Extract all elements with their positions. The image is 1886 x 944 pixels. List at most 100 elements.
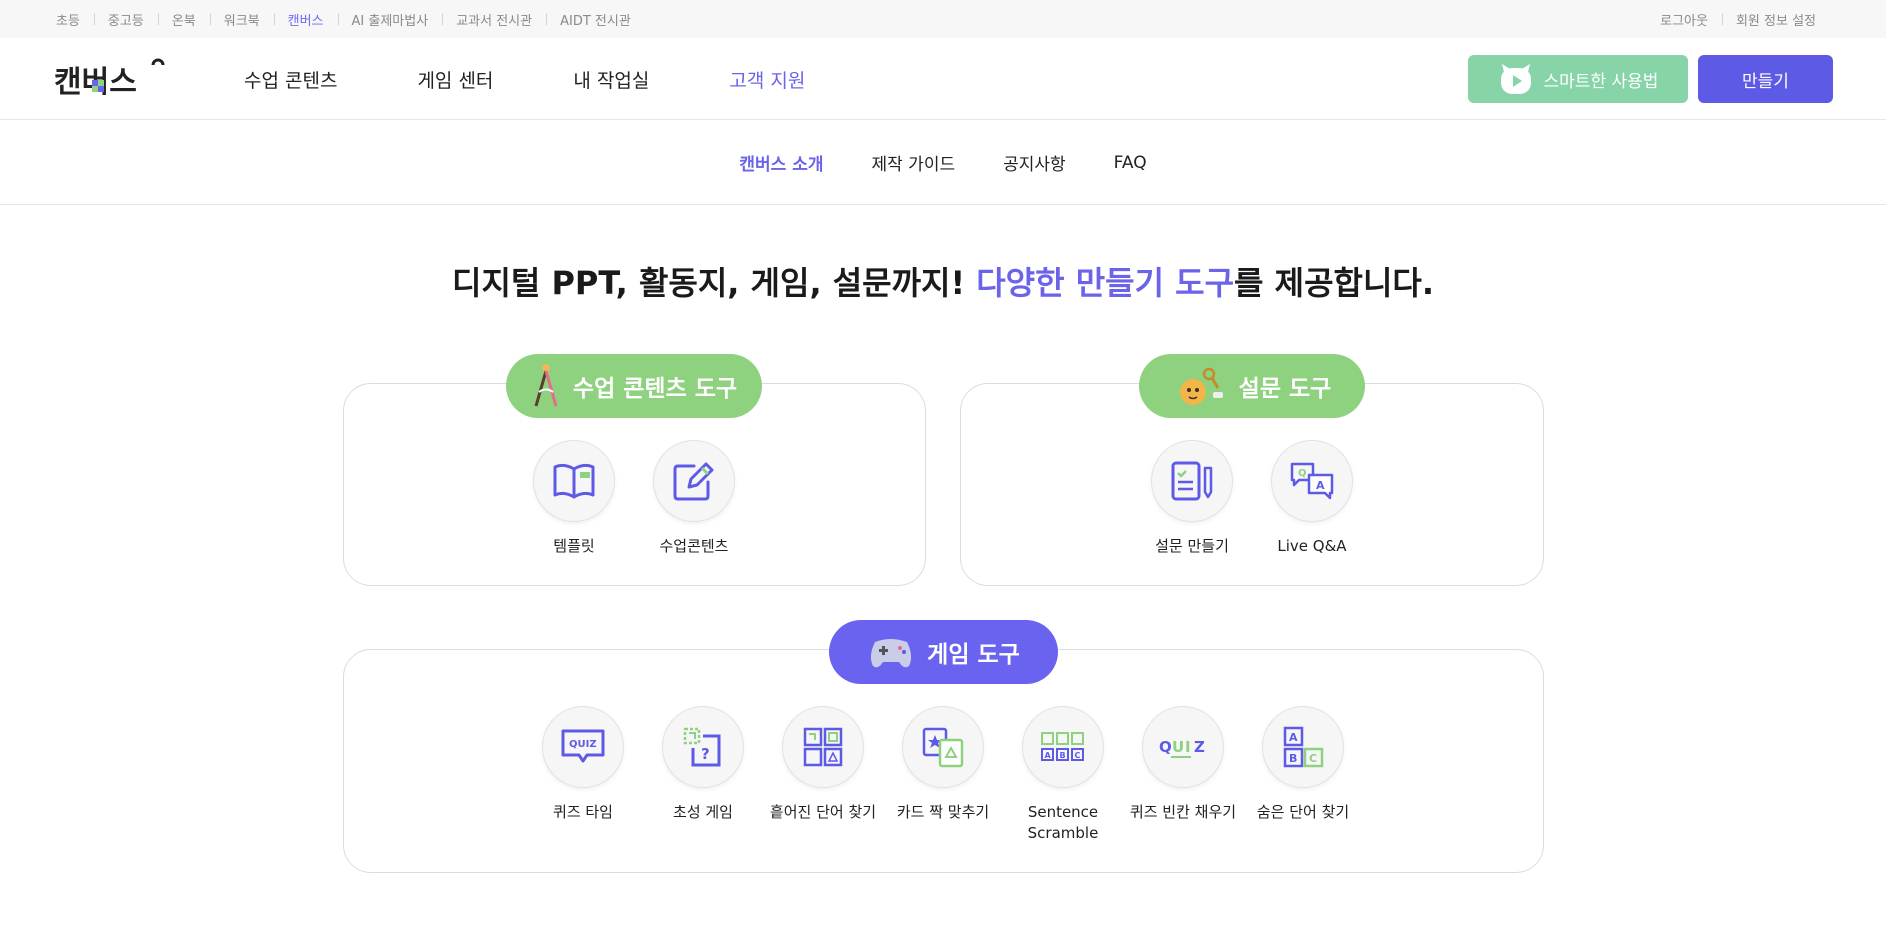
util-link-textbook-gallery[interactable]: 교과서 전시관: [442, 10, 546, 29]
smart-guide-label: 스마트한 사용법: [1543, 71, 1659, 92]
tool-quiz-fill-blank[interactable]: Q U I Z 퀴즈 빈칸 채우기: [1123, 706, 1243, 823]
tool-quiz-fill-blank-circle: Q U I Z: [1142, 706, 1224, 788]
survey-tools-title-text: 설문 도구: [1238, 376, 1332, 402]
lesson-tools-title-text: 수업 콘텐츠 도구: [572, 376, 738, 402]
qna-bubbles-icon: Q A: [1290, 462, 1334, 500]
game-tools-title-text: 게임 도구: [927, 642, 1020, 668]
utility-nav-right: 로그아웃 회원 정보 설정: [1660, 0, 1830, 38]
svg-text:I: I: [1185, 738, 1191, 756]
nav-lesson-content[interactable]: 수업 콘텐츠: [244, 66, 337, 93]
tool-lesson-content[interactable]: 수업콘텐츠: [634, 440, 754, 557]
global-nav: 수업 콘텐츠 게임 센터 내 작업실 고객 지원: [244, 38, 885, 120]
consonant-question-icon: ?: [683, 727, 721, 767]
util-link-canvas[interactable]: 캔버스: [273, 10, 338, 29]
tool-quiz-time-circle: QUIZ: [542, 706, 624, 788]
tool-hidden-words[interactable]: A B C 숨은 단어 찾기: [1243, 706, 1363, 823]
util-link-onbook[interactable]: 온북: [157, 10, 210, 29]
tool-quiz-fill-blank-label: 퀴즈 빈칸 채우기: [1129, 803, 1237, 821]
tool-hidden-words-circle: A B C: [1262, 706, 1344, 788]
svg-text:A: A: [1316, 479, 1325, 492]
util-link-middle-high[interactable]: 중고등: [93, 10, 158, 29]
util-link-workbook[interactable]: 워크북: [209, 10, 274, 29]
survey-form-icon: [1171, 461, 1213, 501]
tool-create-survey-label: 설문 만들기: [1155, 537, 1229, 555]
matching-cards-icon: [922, 727, 964, 768]
svg-text:C: C: [1309, 752, 1317, 765]
tool-initial-consonant-label: 초성 게임: [673, 803, 733, 821]
utility-nav-left: 초등 중고등 온북 워크북 캔버스 AI 출제마법사 교과서 전시관 AIDT …: [56, 0, 645, 38]
magnifier-mascot-icon: [1179, 367, 1223, 405]
tool-initial-consonant-game[interactable]: ? 초성 게임: [643, 706, 763, 823]
account-settings-link[interactable]: 회원 정보 설정: [1721, 10, 1830, 29]
main-header: 캔버스 수업 콘텐츠 게임 센터 내 작업실 고객 지원 스마트한 사용법 만들…: [0, 38, 1886, 120]
tool-hidden-words-label: 숨은 단어 찾기: [1256, 803, 1350, 821]
svg-text:U: U: [1172, 738, 1184, 756]
quiz-bubble-icon: QUIZ: [561, 729, 605, 763]
tool-quiz-time-label: 퀴즈 타임: [553, 803, 613, 821]
utility-bar: 초등 중고등 온북 워크북 캔버스 AI 출제마법사 교과서 전시관 AIDT …: [0, 0, 1886, 38]
tool-live-qna[interactable]: Q A Live Q&A: [1252, 440, 1372, 557]
smart-guide-button[interactable]: 스마트한 사용법: [1468, 55, 1688, 103]
svg-text:Q: Q: [1159, 738, 1172, 756]
tool-sentence-scramble-label: Sentence Scramble: [1027, 803, 1099, 842]
tool-create-survey[interactable]: 설문 만들기: [1132, 440, 1252, 557]
tool-template[interactable]: 템플릿: [514, 440, 634, 557]
subnav-canvas-intro[interactable]: 캔버스 소개: [739, 150, 823, 175]
subnav-notices[interactable]: 공지사항: [1003, 150, 1066, 175]
canvas-logo[interactable]: 캔버스: [54, 56, 166, 100]
subnav-creation-guide[interactable]: 제작 가이드: [872, 150, 956, 175]
game-tools-title: 게임 도구: [829, 620, 1058, 684]
play-mascot-icon: [1500, 64, 1531, 94]
tool-live-qna-circle: Q A: [1271, 440, 1353, 522]
tool-scattered-words-label: 흩어진 단어 찾기: [769, 803, 877, 821]
tool-lesson-content-circle: [653, 440, 735, 522]
tool-card-matching-label: 카드 짝 맞추기: [896, 803, 990, 821]
headline-prefix: 디지털 PPT, 활동지, 게임, 설문까지!: [452, 264, 977, 302]
page-headline: 디지털 PPT, 활동지, 게임, 설문까지! 다양한 만들기 도구를 제공합니…: [0, 258, 1886, 304]
util-link-aidt-gallery[interactable]: AIDT 전시관: [546, 10, 645, 29]
scramble-blocks-icon: A B C: [1041, 732, 1084, 761]
word-grid-icon: [803, 727, 843, 767]
tool-template-circle: [533, 440, 615, 522]
svg-text:B: B: [1289, 752, 1297, 765]
tool-card-matching-circle: [902, 706, 984, 788]
tool-template-label: 템플릿: [553, 537, 595, 555]
tool-create-survey-circle: [1151, 440, 1233, 522]
canvas-logo-mark: 캔버스: [54, 58, 165, 100]
logout-link[interactable]: 로그아웃: [1660, 10, 1722, 29]
util-link-ai-question-maker[interactable]: AI 출제마법사: [337, 10, 443, 29]
edit-pencil-icon: [673, 462, 714, 501]
quiz-blank-icon: Q U I Z: [1159, 738, 1205, 758]
tool-quiz-time[interactable]: QUIZ 퀴즈 타임: [523, 706, 643, 823]
tool-card-matching[interactable]: 카드 짝 맞추기: [883, 706, 1003, 823]
util-link-elementary[interactable]: 초등: [56, 10, 94, 29]
svg-text:Z: Z: [1194, 738, 1205, 756]
sub-nav: 캔버스 소개 제작 가이드 공지사항 FAQ: [0, 121, 1886, 205]
headline-highlight: 다양한 만들기 도구: [976, 264, 1235, 302]
compass-icon: [534, 364, 558, 407]
svg-text:A: A: [1289, 731, 1298, 744]
svg-text:QUIZ: QUIZ: [569, 739, 597, 750]
svg-text:C: C: [1075, 751, 1081, 760]
subnav-faq[interactable]: FAQ: [1114, 153, 1147, 173]
tool-initial-consonant-circle: ?: [662, 706, 744, 788]
hidden-letters-icon: A B C: [1283, 726, 1324, 768]
tool-scattered-words[interactable]: 흩어진 단어 찾기: [763, 706, 883, 823]
game-controller-icon: [871, 639, 912, 668]
headline-suffix: 를 제공합니다.: [1234, 264, 1434, 302]
create-button[interactable]: 만들기: [1698, 55, 1833, 103]
nav-my-workspace[interactable]: 내 작업실: [573, 66, 649, 93]
svg-text:A: A: [1045, 751, 1052, 760]
svg-text:Q: Q: [1298, 468, 1307, 479]
nav-game-center[interactable]: 게임 센터: [417, 66, 493, 93]
tool-live-qna-label: Live Q&A: [1277, 537, 1347, 555]
tool-scattered-words-circle: [782, 706, 864, 788]
svg-text:?: ?: [701, 745, 710, 763]
book-icon: [553, 463, 595, 499]
nav-customer-support[interactable]: 고객 지원: [729, 66, 805, 93]
survey-tools-title: 설문 도구: [1139, 354, 1365, 418]
tool-sentence-scramble[interactable]: A B C Sentence Scramble: [1003, 706, 1123, 844]
tool-sentence-scramble-circle: A B C: [1022, 706, 1104, 788]
svg-text:B: B: [1060, 751, 1066, 760]
lesson-tools-title: 수업 콘텐츠 도구: [506, 354, 762, 418]
